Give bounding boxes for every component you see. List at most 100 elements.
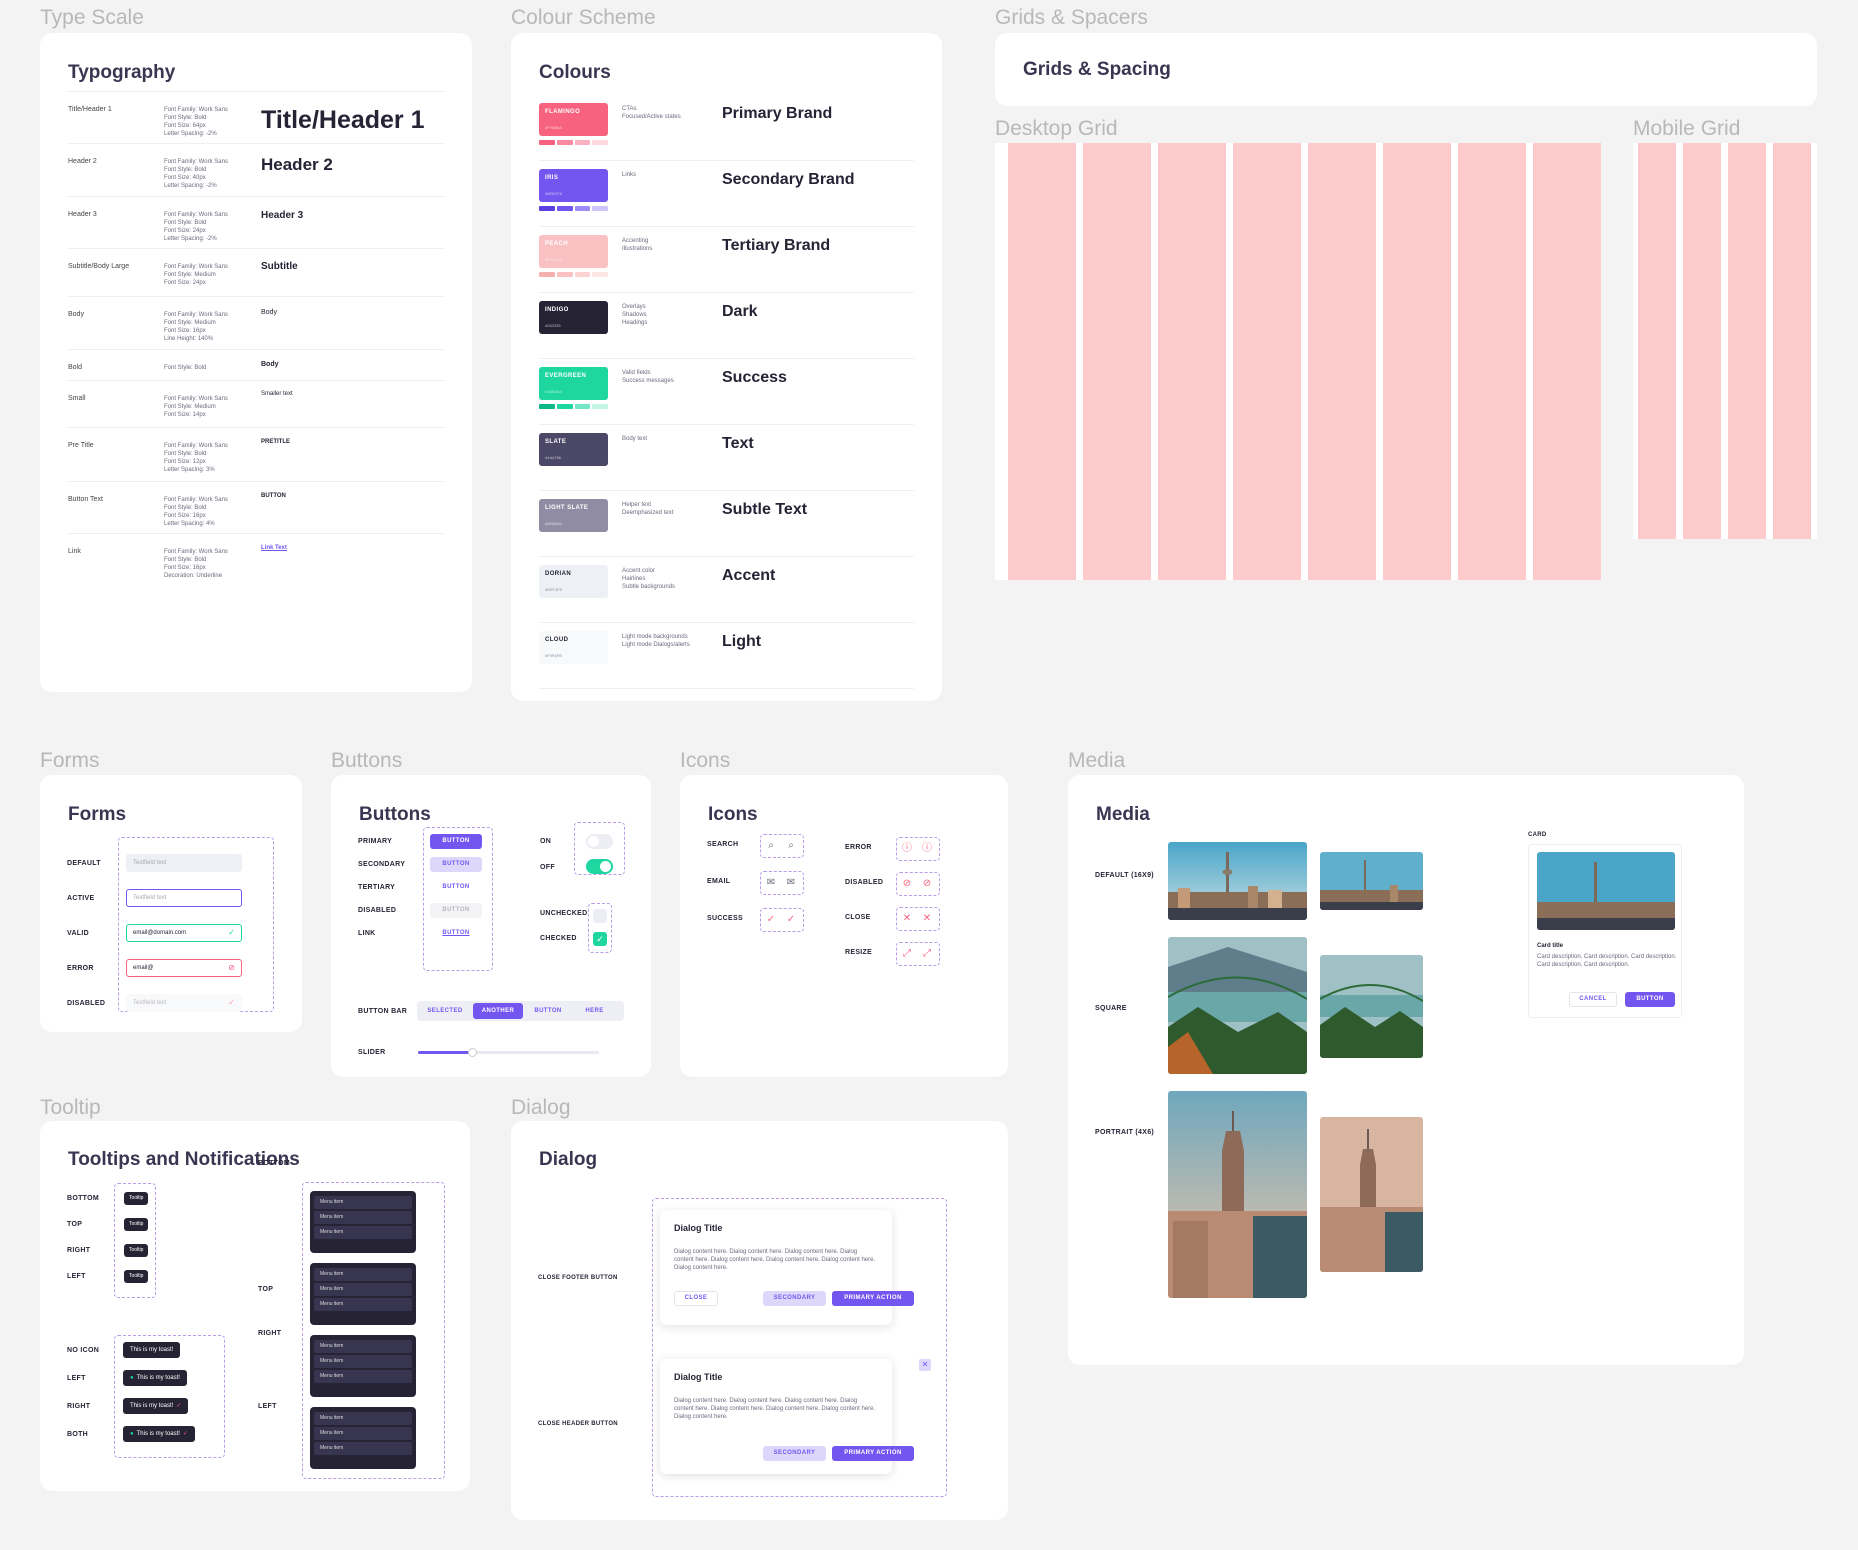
mail-icon: ✉ bbox=[786, 877, 796, 888]
text-field-default[interactable]: Textfield text bbox=[126, 854, 242, 872]
toggle-on[interactable] bbox=[586, 834, 613, 849]
card-cancel-button[interactable]: CANCEL bbox=[1569, 992, 1617, 1007]
section-label-tooltip: Tooltip bbox=[40, 1096, 101, 1119]
section-label-icons: Icons bbox=[680, 749, 731, 772]
search-icon: ⌕ bbox=[788, 840, 794, 851]
forms-card: Forms DEFAULT Textfield text ACTIVE Textfie… bbox=[40, 775, 302, 1032]
tint bbox=[592, 272, 608, 277]
type-row: Header 2 Font Family: Work Sans Font Style… bbox=[68, 143, 444, 193]
button-bar: SELECTED ANOTHER BUTTON HERE bbox=[417, 1001, 624, 1021]
type-sample: Body bbox=[261, 361, 279, 368]
swatch-hex: #FF6B8A bbox=[545, 125, 562, 130]
close-icon[interactable]: ✕ bbox=[919, 1359, 931, 1371]
error-icon: ⊘ bbox=[228, 963, 235, 972]
text-field-disabled[interactable]: Textfield text ✓ bbox=[126, 994, 242, 1012]
secondary-button[interactable]: BUTTON bbox=[430, 857, 482, 872]
menu-item[interactable]: Menu item bbox=[314, 1196, 412, 1209]
usage-line: Overlays bbox=[622, 304, 646, 310]
colour-tint-bar bbox=[539, 140, 608, 145]
swatch-name: PEACH bbox=[545, 241, 569, 247]
tint bbox=[574, 272, 591, 277]
form-state-label: DEFAULT bbox=[67, 860, 101, 867]
icon-label: CLOSE bbox=[845, 914, 871, 921]
tint bbox=[592, 404, 608, 409]
mobile-grid bbox=[1633, 143, 1817, 539]
primary-action-button[interactable]: PRIMARY ACTION bbox=[832, 1446, 914, 1461]
secondary-button[interactable]: SECONDARY bbox=[763, 1291, 826, 1306]
close-icon[interactable]: ✓ bbox=[176, 1403, 181, 1409]
swatch-hex: #F9FAFB bbox=[545, 653, 562, 658]
usage-line: Hairlines bbox=[622, 576, 646, 582]
slider-thumb[interactable] bbox=[468, 1048, 478, 1057]
section-label-type-scale: Type Scale bbox=[40, 6, 144, 29]
dropdown-menu: Menu item Menu item Menu item bbox=[310, 1191, 416, 1253]
field-value: Textfield text bbox=[133, 895, 167, 901]
menu-item[interactable]: Menu item bbox=[314, 1427, 412, 1440]
colour-name: Dark bbox=[722, 303, 758, 320]
section-label-grids: Grids & Spacers bbox=[995, 6, 1148, 29]
grid-column bbox=[1728, 143, 1766, 539]
disabled-button[interactable]: BUTTON bbox=[430, 903, 482, 918]
image-square-small bbox=[1320, 955, 1423, 1058]
menu-item[interactable]: Menu item bbox=[314, 1298, 412, 1311]
type-sample[interactable]: Link Text bbox=[261, 545, 287, 551]
spec-line: Font Style: Bold bbox=[164, 505, 207, 511]
menu-item[interactable]: Menu item bbox=[314, 1283, 412, 1296]
primary-button[interactable]: BUTTON bbox=[430, 834, 482, 849]
text-field-active[interactable]: Textfield text bbox=[126, 889, 242, 907]
tint bbox=[574, 206, 591, 211]
swatch-name: IRIS bbox=[545, 175, 559, 181]
menu-item[interactable]: Menu item bbox=[314, 1442, 412, 1455]
menu-item[interactable]: Menu item bbox=[314, 1340, 412, 1353]
colour-name: Subtle Text bbox=[722, 501, 808, 518]
card-primary-button[interactable]: BUTTON bbox=[1625, 992, 1675, 1007]
button-bar-item[interactable]: HERE bbox=[573, 1003, 616, 1019]
tertiary-button[interactable]: BUTTON bbox=[430, 880, 482, 895]
slider-track[interactable] bbox=[418, 1048, 599, 1057]
menu-item[interactable]: Menu item bbox=[314, 1355, 412, 1368]
image-default-large bbox=[1168, 842, 1307, 920]
error-icon: ⓘ bbox=[902, 843, 912, 854]
button-bar-item[interactable]: SELECTED bbox=[419, 1003, 471, 1019]
card-title: Forms bbox=[68, 804, 127, 825]
secondary-button[interactable]: SECONDARY bbox=[763, 1446, 826, 1461]
menu-item[interactable]: Menu item bbox=[314, 1226, 412, 1239]
type-name: Header 3 bbox=[68, 211, 97, 218]
usage-line: Accenting bbox=[622, 238, 649, 244]
close-icon[interactable]: ✓ bbox=[183, 1431, 188, 1437]
swatch-name: SLATE bbox=[545, 439, 567, 445]
tooltip-position-label: RIGHT bbox=[67, 1247, 91, 1254]
menu-item[interactable]: Menu item bbox=[314, 1412, 412, 1425]
grid-column bbox=[1008, 143, 1076, 580]
toggle-off[interactable] bbox=[586, 859, 613, 874]
button-bar-item[interactable]: BUTTON bbox=[525, 1003, 571, 1019]
text-field-error[interactable]: email@ ⊘ bbox=[126, 959, 242, 977]
form-state-label: ACTIVE bbox=[67, 895, 95, 902]
spec-line: Letter Spacing: 4% bbox=[164, 521, 215, 527]
button-bar-item[interactable]: ANOTHER bbox=[473, 1003, 523, 1019]
grid-column bbox=[1233, 143, 1301, 580]
checkbox-checked[interactable]: ✓ bbox=[593, 932, 607, 946]
square-label: SQUARE bbox=[1095, 1005, 1127, 1012]
menu-item[interactable]: Menu item bbox=[314, 1268, 412, 1281]
image-portrait-large bbox=[1168, 1091, 1307, 1298]
desktop-grid-label: Desktop Grid bbox=[995, 117, 1118, 140]
section-label-forms: Forms bbox=[40, 749, 100, 772]
close-button[interactable]: CLOSE bbox=[674, 1291, 718, 1306]
checkbox-unchecked[interactable] bbox=[593, 909, 607, 923]
text-field-valid[interactable]: email@domain.com ✓ bbox=[126, 924, 242, 942]
link-button[interactable]: BUTTON bbox=[430, 926, 482, 941]
colour-usage: Body text bbox=[622, 435, 692, 443]
swatch-hex: #4A4766 bbox=[545, 455, 562, 460]
primary-action-button[interactable]: PRIMARY ACTION bbox=[832, 1291, 914, 1306]
usage-line: Light mode backgrounds bbox=[622, 634, 688, 640]
menu-item[interactable]: Menu item bbox=[314, 1370, 412, 1383]
toast-label: NO ICON bbox=[67, 1347, 100, 1354]
card-title: Typography bbox=[68, 62, 176, 83]
toast-label: RIGHT bbox=[67, 1403, 91, 1410]
disabled-icon: ⊘ bbox=[902, 878, 912, 889]
spec-line: Letter Spacing: -2% bbox=[164, 131, 217, 137]
type-spec: Font Family: Work Sans Font Style: Medium… bbox=[164, 311, 244, 343]
menu-item[interactable]: Menu item bbox=[314, 1211, 412, 1224]
button-type-label: PRIMARY bbox=[358, 838, 393, 845]
